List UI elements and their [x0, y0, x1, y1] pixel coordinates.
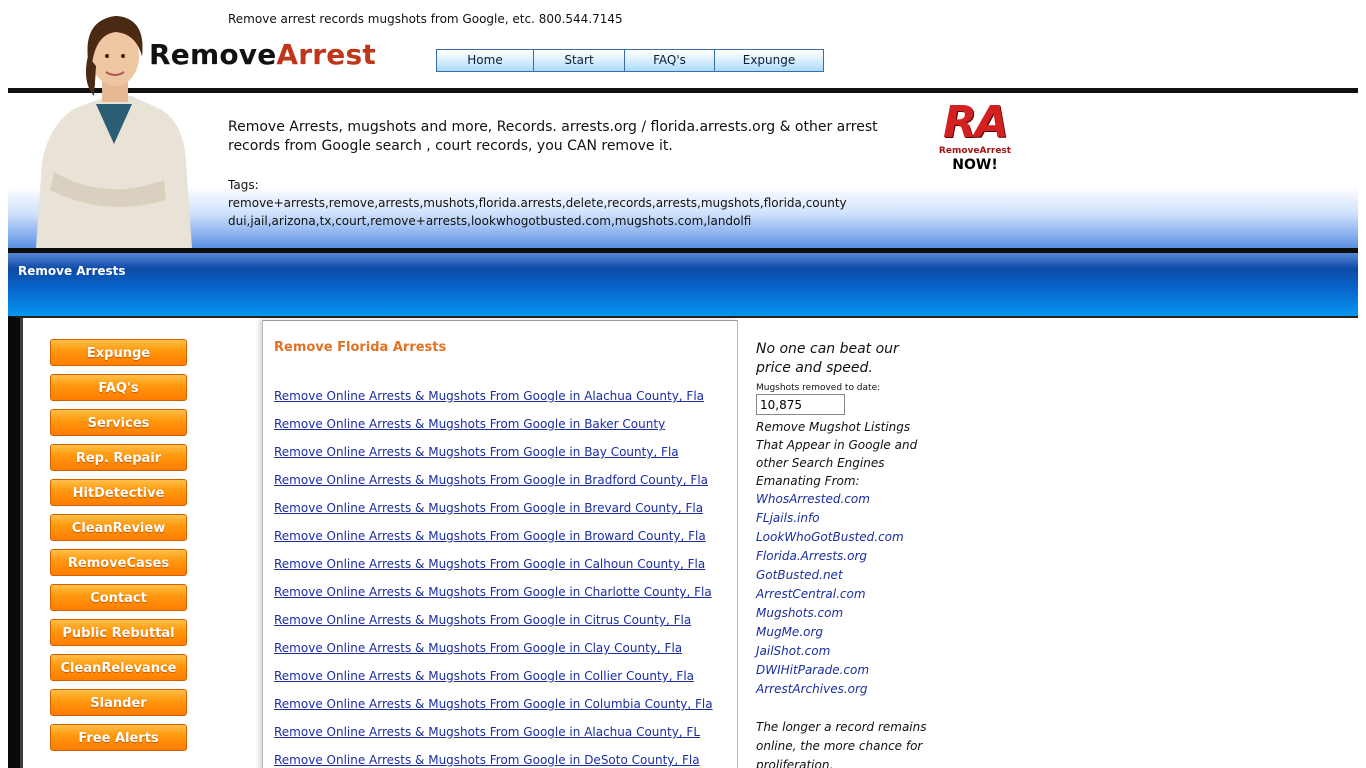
banner-tags: Tags: remove+arrests,remove,arrests,mush… [228, 178, 847, 228]
side-nav-hitdetective[interactable]: HitDetective [50, 479, 187, 506]
section-bar-label: Remove Arrests [18, 264, 126, 278]
source-site-link[interactable]: ArrestCentral.com [756, 585, 931, 604]
source-site-link[interactable]: JailShot.com [756, 642, 931, 661]
side-nav-services[interactable]: Services [50, 409, 187, 436]
list-item: Remove Online Arrests & Mugshots From Go… [274, 637, 713, 665]
county-link[interactable]: Remove Online Arrests & Mugshots From Go… [274, 585, 712, 599]
closing-text: The longer a record remains online, the … [756, 720, 927, 768]
source-site-link[interactable]: GotBusted.net [756, 566, 931, 585]
source-site-link[interactable]: ArrestArchives.org [756, 680, 931, 699]
county-link[interactable]: Remove Online Arrests & Mugshots From Go… [274, 669, 694, 683]
list-item: Remove Online Arrests & Mugshots From Go… [274, 469, 713, 497]
source-site-link[interactable]: MugMe.org [756, 623, 931, 642]
side-nav-slander[interactable]: Slander [50, 689, 187, 716]
source-site-link[interactable]: Florida.Arrests.org [756, 547, 931, 566]
header-tagline: Remove arrest records mugshots from Goog… [228, 12, 623, 26]
ra-mark: RA [943, 97, 1009, 148]
side-nav-free-alerts[interactable]: Free Alerts [50, 724, 187, 751]
source-site-link[interactable]: LookWhoGotBusted.com [756, 528, 931, 547]
ra-sub: RemoveArrest [938, 146, 1012, 156]
section-bar: Remove Arrests [8, 253, 1358, 316]
list-item: Remove Online Arrests & Mugshots From Go… [274, 497, 713, 525]
side-nav-rep-repair[interactable]: Rep. Repair [50, 444, 187, 471]
list-item: Remove Online Arrests & Mugshots From Go… [274, 441, 713, 469]
source-site-link[interactable]: DWIHitParade.com [756, 661, 931, 680]
list-item: Remove Online Arrests & Mugshots From Go… [274, 749, 713, 768]
side-nav-expunge[interactable]: Expunge [50, 339, 187, 366]
side-nav-public-rebuttal[interactable]: Public Rebuttal [50, 619, 187, 646]
main-panel: Remove Florida Arrests Remove Online Arr… [262, 320, 738, 768]
list-item: Remove Online Arrests & Mugshots From Go… [274, 721, 713, 749]
promo-text: No one can beat our price and speed. [756, 341, 899, 376]
list-item: Remove Online Arrests & Mugshots From Go… [274, 693, 713, 721]
source-site-link[interactable]: Mugshots.com [756, 604, 931, 623]
county-link[interactable]: Remove Online Arrests & Mugshots From Go… [274, 529, 706, 543]
source-sites-list: WhosArrested.com FLjails.info LookWhoGot… [756, 490, 931, 699]
spokesperson-photo-overlay [36, 16, 192, 248]
list-item: Remove Online Arrests & Mugshots From Go… [274, 553, 713, 581]
county-link-list: Remove Online Arrests & Mugshots From Go… [274, 385, 713, 768]
county-link[interactable]: Remove Online Arrests & Mugshots From Go… [274, 613, 691, 627]
side-nav: Expunge FAQ's Services Rep. Repair HitDe… [50, 339, 187, 759]
county-link[interactable]: Remove Online Arrests & Mugshots From Go… [274, 473, 708, 487]
source-description: Remove Mugshot Listings That Appear in G… [756, 420, 918, 488]
main-title: Remove Florida Arrests [274, 340, 447, 355]
county-link[interactable]: Remove Online Arrests & Mugshots From Go… [274, 501, 703, 515]
list-item: Remove Online Arrests & Mugshots From Go… [274, 385, 713, 413]
county-link[interactable]: Remove Online Arrests & Mugshots From Go… [274, 753, 700, 767]
source-site-link[interactable]: WhosArrested.com [756, 490, 931, 509]
county-link[interactable]: Remove Online Arrests & Mugshots From Go… [274, 557, 705, 571]
top-nav-faqs[interactable]: FAQ's [625, 50, 715, 71]
top-nav: Home Start FAQ's Expunge [436, 49, 824, 72]
list-item: Remove Online Arrests & Mugshots From Go… [274, 413, 713, 441]
county-link[interactable]: Remove Online Arrests & Mugshots From Go… [274, 389, 704, 403]
right-column: No one can beat our price and speed. Mug… [756, 340, 931, 768]
list-item: Remove Online Arrests & Mugshots From Go… [274, 609, 713, 637]
page: Remove arrest records mugshots from Goog… [0, 0, 1366, 768]
county-link[interactable]: Remove Online Arrests & Mugshots From Go… [274, 417, 665, 431]
side-nav-contact[interactable]: Contact [50, 584, 187, 611]
county-link[interactable]: Remove Online Arrests & Mugshots From Go… [274, 697, 713, 711]
top-nav-start[interactable]: Start [534, 50, 625, 71]
counter-label: Mugshots removed to date: [756, 383, 881, 393]
side-nav-faqs[interactable]: FAQ's [50, 374, 187, 401]
ra-now: NOW! [952, 157, 998, 173]
side-nav-cleanrelevance[interactable]: CleanRelevance [50, 654, 187, 681]
county-link[interactable]: Remove Online Arrests & Mugshots From Go… [274, 725, 700, 739]
source-site-link[interactable]: FLjails.info [756, 509, 931, 528]
side-nav-removecases[interactable]: RemoveCases [50, 549, 187, 576]
ra-now-logo[interactable]: RA RemoveArrest NOW! [932, 100, 1018, 174]
side-nav-cleanreview[interactable]: CleanReview [50, 514, 187, 541]
list-item: Remove Online Arrests & Mugshots From Go… [274, 665, 713, 693]
top-nav-expunge[interactable]: Expunge [715, 50, 823, 71]
logo-text-arrest: Arrest [276, 38, 376, 71]
list-item: Remove Online Arrests & Mugshots From Go… [274, 525, 713, 553]
list-item: Remove Online Arrests & Mugshots From Go… [274, 581, 713, 609]
mugshots-counter-field [756, 394, 845, 415]
county-link[interactable]: Remove Online Arrests & Mugshots From Go… [274, 641, 682, 655]
county-link[interactable]: Remove Online Arrests & Mugshots From Go… [274, 445, 679, 459]
banner-headline: Remove Arrests, mugshots and more, Recor… [228, 119, 878, 154]
top-nav-home[interactable]: Home [437, 50, 534, 71]
